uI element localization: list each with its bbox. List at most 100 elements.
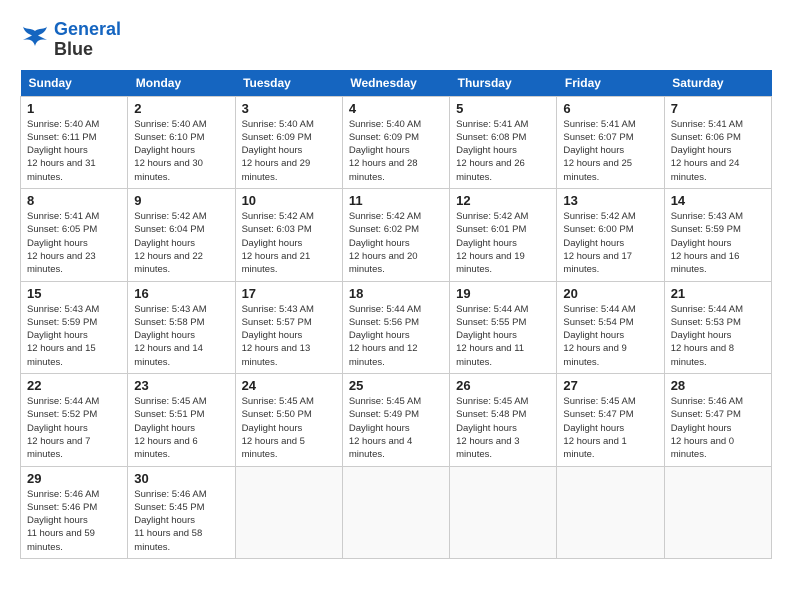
day-info: Sunrise: 5:40 AMSunset: 6:11 PMDaylight … [27, 118, 121, 184]
day-number: 28 [671, 378, 765, 393]
logo-text: General Blue [54, 20, 121, 60]
col-monday: Monday [128, 70, 235, 97]
day-info: Sunrise: 5:42 AMSunset: 6:03 PMDaylight … [242, 210, 336, 276]
day-number: 3 [242, 101, 336, 116]
day-info: Sunrise: 5:42 AMSunset: 6:02 PMDaylight … [349, 210, 443, 276]
day-number: 18 [349, 286, 443, 301]
table-row: 25Sunrise: 5:45 AMSunset: 5:49 PMDayligh… [342, 374, 449, 466]
table-row [557, 466, 664, 558]
calendar-week-row: 1 Sunrise: 5:40 AMSunset: 6:11 PMDaylight… [21, 96, 772, 188]
day-number: 1 [27, 101, 121, 116]
day-number: 10 [242, 193, 336, 208]
day-number: 27 [563, 378, 657, 393]
table-row: 17Sunrise: 5:43 AMSunset: 5:57 PMDayligh… [235, 281, 342, 373]
day-info: Sunrise: 5:43 AMSunset: 5:59 PMDaylight … [27, 303, 121, 369]
day-number: 15 [27, 286, 121, 301]
table-row: 8 Sunrise: 5:41 AMSunset: 6:05 PMDaylight… [21, 189, 128, 281]
table-row: 30Sunrise: 5:46 AMSunset: 5:45 PMDayligh… [128, 466, 235, 558]
day-info: Sunrise: 5:42 AMSunset: 6:00 PMDaylight … [563, 210, 657, 276]
day-number: 7 [671, 101, 765, 116]
day-info: Sunrise: 5:45 AMSunset: 5:51 PMDaylight … [134, 395, 228, 461]
day-info: Sunrise: 5:40 AMSunset: 6:10 PMDaylight … [134, 118, 228, 184]
day-number: 23 [134, 378, 228, 393]
table-row [450, 466, 557, 558]
col-friday: Friday [557, 70, 664, 97]
day-number: 24 [242, 378, 336, 393]
col-thursday: Thursday [450, 70, 557, 97]
table-row: 11 Sunrise: 5:42 AMSunset: 6:02 PMDayligh… [342, 189, 449, 281]
day-info: Sunrise: 5:44 AMSunset: 5:56 PMDaylight … [349, 303, 443, 369]
day-number: 16 [134, 286, 228, 301]
day-number: 8 [27, 193, 121, 208]
calendar-week-row: 22 Sunrise: 5:44 AMSunset: 5:52 PMDayligh… [21, 374, 772, 466]
day-number: 21 [671, 286, 765, 301]
day-info: Sunrise: 5:45 AMSunset: 5:50 PMDaylight … [242, 395, 336, 461]
day-info: Sunrise: 5:43 AMSunset: 5:57 PMDaylight … [242, 303, 336, 369]
day-number: 2 [134, 101, 228, 116]
table-row: 21 Sunrise: 5:44 AMSunset: 5:53 PMDayligh… [664, 281, 771, 373]
table-row: 22 Sunrise: 5:44 AMSunset: 5:52 PMDayligh… [21, 374, 128, 466]
day-number: 22 [27, 378, 121, 393]
table-row: 5 Sunrise: 5:41 AMSunset: 6:08 PMDaylight… [450, 96, 557, 188]
day-info: Sunrise: 5:41 AMSunset: 6:05 PMDaylight … [27, 210, 121, 276]
table-row [342, 466, 449, 558]
day-info: Sunrise: 5:40 AMSunset: 6:09 PMDaylight … [349, 118, 443, 184]
day-info: Sunrise: 5:40 AMSunset: 6:09 PMDaylight … [242, 118, 336, 184]
weekday-header-row: Sunday Monday Tuesday Wednesday Thursday… [21, 70, 772, 97]
day-number: 11 [349, 193, 443, 208]
day-number: 14 [671, 193, 765, 208]
day-number: 5 [456, 101, 550, 116]
day-number: 29 [27, 471, 121, 486]
day-info: Sunrise: 5:41 AMSunset: 6:08 PMDaylight … [456, 118, 550, 184]
table-row: 20 Sunrise: 5:44 AMSunset: 5:54 PMDayligh… [557, 281, 664, 373]
table-row: 23 Sunrise: 5:45 AMSunset: 5:51 PMDayligh… [128, 374, 235, 466]
day-number: 26 [456, 378, 550, 393]
table-row [235, 466, 342, 558]
day-info: Sunrise: 5:45 AMSunset: 5:47 PMDaylight … [563, 395, 657, 461]
table-row: 3 Sunrise: 5:40 AMSunset: 6:09 PMDaylight… [235, 96, 342, 188]
calendar-week-row: 15 Sunrise: 5:43 AMSunset: 5:59 PMDayligh… [21, 281, 772, 373]
table-row: 4 Sunrise: 5:40 AMSunset: 6:09 PMDaylight… [342, 96, 449, 188]
day-info: Sunrise: 5:46 AMSunset: 5:46 PMDaylight … [27, 488, 121, 554]
day-number: 13 [563, 193, 657, 208]
day-number: 4 [349, 101, 443, 116]
logo-icon [20, 25, 50, 55]
day-info: Sunrise: 5:46 AMSunset: 5:47 PMDaylight … [671, 395, 765, 461]
table-row: 26Sunrise: 5:45 AMSunset: 5:48 PMDayligh… [450, 374, 557, 466]
table-row: 19Sunrise: 5:44 AMSunset: 5:55 PMDayligh… [450, 281, 557, 373]
table-row: 13 Sunrise: 5:42 AMSunset: 6:00 PMDayligh… [557, 189, 664, 281]
day-info: Sunrise: 5:44 AMSunset: 5:54 PMDaylight … [563, 303, 657, 369]
day-info: Sunrise: 5:42 AMSunset: 6:04 PMDaylight … [134, 210, 228, 276]
day-number: 20 [563, 286, 657, 301]
day-number: 6 [563, 101, 657, 116]
table-row: 28 Sunrise: 5:46 AMSunset: 5:47 PMDayligh… [664, 374, 771, 466]
day-info: Sunrise: 5:43 AMSunset: 5:59 PMDaylight … [671, 210, 765, 276]
day-info: Sunrise: 5:42 AMSunset: 6:01 PMDaylight … [456, 210, 550, 276]
calendar-week-row: 8 Sunrise: 5:41 AMSunset: 6:05 PMDaylight… [21, 189, 772, 281]
col-sunday: Sunday [21, 70, 128, 97]
day-info: Sunrise: 5:44 AMSunset: 5:53 PMDaylight … [671, 303, 765, 369]
day-info: Sunrise: 5:41 AMSunset: 6:06 PMDaylight … [671, 118, 765, 184]
table-row: 29 Sunrise: 5:46 AMSunset: 5:46 PMDayligh… [21, 466, 128, 558]
table-row: 24 Sunrise: 5:45 AMSunset: 5:50 PMDayligh… [235, 374, 342, 466]
table-row: 7 Sunrise: 5:41 AMSunset: 6:06 PMDaylight… [664, 96, 771, 188]
col-wednesday: Wednesday [342, 70, 449, 97]
table-row: 2 Sunrise: 5:40 AMSunset: 6:10 PMDaylight… [128, 96, 235, 188]
day-info: Sunrise: 5:44 AMSunset: 5:52 PMDaylight … [27, 395, 121, 461]
table-row: 10 Sunrise: 5:42 AMSunset: 6:03 PMDayligh… [235, 189, 342, 281]
table-row: 27 Sunrise: 5:45 AMSunset: 5:47 PMDayligh… [557, 374, 664, 466]
day-info: Sunrise: 5:43 AMSunset: 5:58 PMDaylight … [134, 303, 228, 369]
day-number: 19 [456, 286, 550, 301]
day-number: 12 [456, 193, 550, 208]
day-number: 9 [134, 193, 228, 208]
table-row: 16 Sunrise: 5:43 AMSunset: 5:58 PMDayligh… [128, 281, 235, 373]
table-row: 1 Sunrise: 5:40 AMSunset: 6:11 PMDaylight… [21, 96, 128, 188]
day-number: 25 [349, 378, 443, 393]
table-row [664, 466, 771, 558]
table-row: 15 Sunrise: 5:43 AMSunset: 5:59 PMDayligh… [21, 281, 128, 373]
table-row: 18 Sunrise: 5:44 AMSunset: 5:56 PMDayligh… [342, 281, 449, 373]
calendar-week-row: 29 Sunrise: 5:46 AMSunset: 5:46 PMDayligh… [21, 466, 772, 558]
table-row: 14 Sunrise: 5:43 AMSunset: 5:59 PMDayligh… [664, 189, 771, 281]
calendar-table: Sunday Monday Tuesday Wednesday Thursday… [20, 70, 772, 559]
table-row: 6Sunrise: 5:41 AMSunset: 6:07 PMDaylight… [557, 96, 664, 188]
